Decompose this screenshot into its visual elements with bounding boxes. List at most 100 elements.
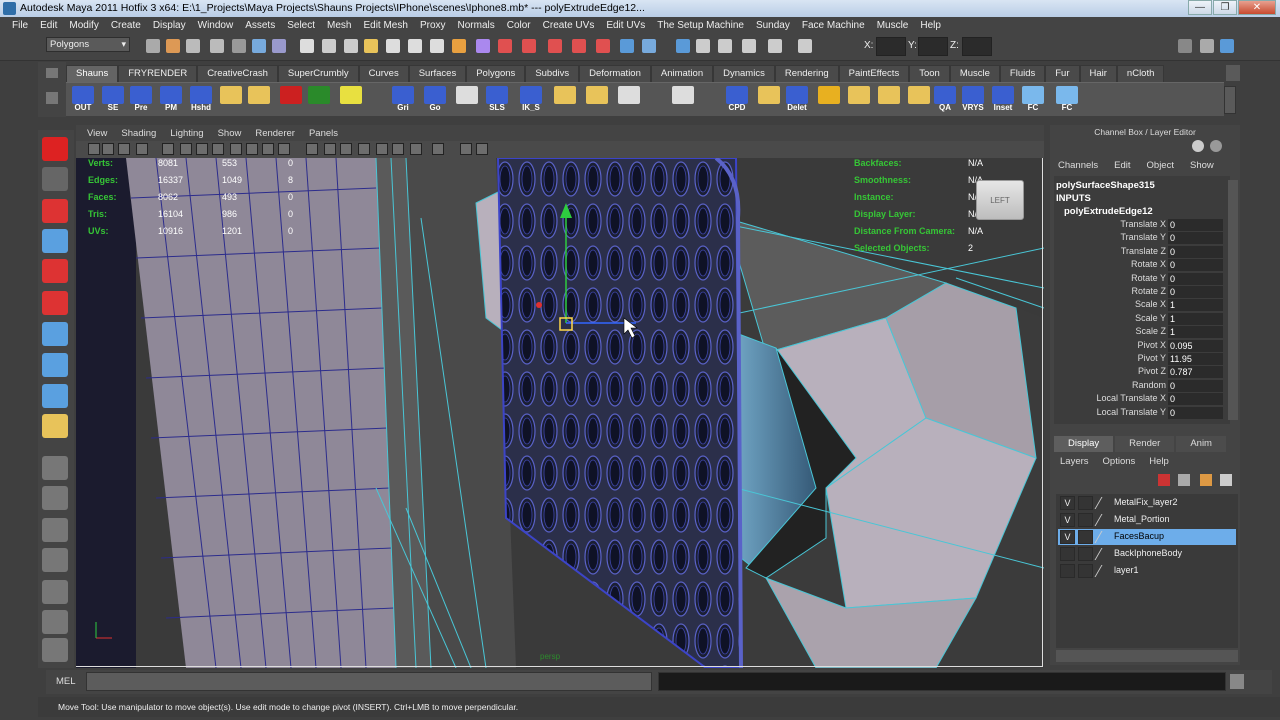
field-chart-icon[interactable] [246,143,258,155]
safe-action-icon[interactable] [262,143,274,155]
channel-row-pivot-z[interactable]: Pivot Z 0.787 [1056,366,1224,379]
channel-row-scale-y[interactable]: Scale Y1 [1056,312,1224,326]
camera-select-icon[interactable] [88,143,100,155]
channel-box-icon[interactable] [1220,39,1234,53]
layer-color-swatch-icon[interactable] [1094,565,1114,577]
absolute-icon[interactable] [798,39,812,53]
channel-box-input-node[interactable]: polyExtrudeEdge12 [1064,206,1153,217]
channel-box-menu-channels[interactable]: Channels [1058,160,1098,171]
new-layer-icon[interactable] [1158,474,1170,486]
shelf-tab-creativecrash[interactable]: CreativeCrash [197,65,278,82]
layer-tab-render[interactable]: Render [1115,436,1175,452]
shelf-button-go[interactable] [424,86,446,104]
channel-value-field[interactable]: 1 [1168,299,1223,312]
channel-value-field[interactable]: 1 [1168,312,1223,325]
shelf-tab-surfaces[interactable]: Surfaces [408,65,467,82]
channel-value-field[interactable]: 0 [1168,245,1223,258]
shelf-tab-rendering[interactable]: Rendering [774,65,839,82]
shelf-button-tool-8[interactable] [308,86,330,104]
save-scene-icon[interactable] [186,39,200,53]
snap-grid-icon[interactable] [322,39,336,53]
make-live-icon[interactable] [408,39,422,53]
shelf-tab-muscle[interactable]: Muscle [949,65,1000,82]
layout-four-icon[interactable] [42,486,68,510]
render-settings-icon[interactable] [498,39,512,53]
lasso-tool-icon[interactable] [42,167,68,191]
close-button[interactable]: ✕ [1238,0,1276,15]
select-by-hierarchy-icon[interactable] [210,39,224,53]
channel-value-field[interactable]: 0 [1168,219,1223,231]
layer-row[interactable]: V FacesBacup [1058,529,1236,545]
resolution-gate-icon[interactable] [212,143,224,155]
layer-color-swatch-icon[interactable] [1094,497,1114,509]
shelf-button-tool-22[interactable] [818,86,840,104]
menu-edit-mesh[interactable]: Edit Mesh [357,20,413,31]
highlight-icon[interactable] [300,39,314,53]
film-gate-icon[interactable] [196,143,208,155]
script-editor-icon[interactable] [1230,674,1244,689]
menu-set-selector[interactable]: Polygons [46,37,130,52]
layout-hypershade-icon[interactable] [42,580,68,604]
layer-visibility-toggle[interactable] [1060,564,1075,578]
channel-value-field[interactable]: 11.95 [1168,353,1223,365]
channel-row-pivot-y[interactable]: Pivot Y 11.95 [1056,353,1224,366]
layout-custom-icon[interactable] [42,638,68,662]
channel-row-pivot-x[interactable]: Pivot X 0.095 [1056,339,1224,353]
channel-value-field[interactable]: 0 [1168,232,1223,245]
script-icon[interactable] [596,39,610,53]
layout-persp-graph-icon[interactable] [42,548,68,572]
menu-sunday[interactable]: Sunday [750,20,796,31]
shelf-button-qa[interactable] [934,86,956,104]
shelf-button-se[interactable] [102,86,124,104]
shelf-tab-dynamics[interactable]: Dynamics [713,65,775,82]
layout-single-icon[interactable] [42,456,68,480]
menu-color[interactable]: Color [501,20,537,31]
shelf-tab-fryrender[interactable]: FRYRENDER [118,65,198,82]
channel-value-field[interactable]: 0 [1168,379,1223,392]
shelf-tab-subdivs[interactable]: Subdivs [525,65,580,82]
shelf-button-tool-7[interactable] [280,86,302,104]
safe-title-icon[interactable] [278,143,290,155]
paint-select-tool-icon[interactable] [42,199,68,223]
channel-row-local-translate-x[interactable]: Local Translate X0 [1056,393,1224,406]
shelf-tab-painteffects[interactable]: PaintEffects [838,65,910,82]
channel-box-menu-object[interactable]: Object [1147,160,1174,171]
mel-label[interactable]: MEL [56,676,76,687]
y-input[interactable] [918,37,948,56]
shelf-button-tool-5[interactable] [220,86,242,104]
channel-row-translate-x[interactable]: Translate X0 [1056,219,1224,232]
new-layer-selected-icon[interactable] [1178,474,1190,486]
layer-visibility-toggle[interactable]: V [1060,530,1075,544]
shelf-button-tool-23[interactable] [848,86,870,104]
layer-color-swatch-icon[interactable] [1094,514,1114,526]
image-plane-icon[interactable] [136,143,148,155]
ui-icon[interactable] [620,39,634,53]
restore-button[interactable]: ❐ [1213,0,1237,15]
layout-render-icon[interactable] [42,610,68,634]
channel-value-field[interactable]: 1 [1168,326,1223,339]
attribute-editor-icon[interactable] [1178,39,1192,53]
smooth-shade-icon[interactable] [324,143,336,155]
layer-row[interactable]: BackIphoneBody [1058,546,1236,562]
menu-muscle[interactable]: Muscle [871,20,915,31]
input-icon[interactable] [696,39,710,53]
channel-box-object-name[interactable]: polySurfaceShape315 [1056,180,1155,191]
shelf-button-vrys[interactable] [962,86,984,104]
shelf-tab-hair[interactable]: Hair [1079,65,1117,82]
menu-face-machine[interactable]: Face Machine [796,20,871,31]
panel-menu-shading[interactable]: Shading [114,128,163,139]
wireframe-icon[interactable] [306,143,318,155]
layer-type-toggle[interactable] [1078,564,1093,578]
snap-point-icon[interactable] [364,39,378,53]
layer-visibility-toggle[interactable]: V [1060,496,1075,510]
mel-input[interactable] [86,672,652,691]
shelf-tab-ncloth[interactable]: nCloth [1116,65,1165,82]
shelf-tab-toon[interactable]: Toon [909,65,950,82]
gate-mask-icon[interactable] [230,143,242,155]
channel-row-scale-x[interactable]: Scale X1 [1056,299,1224,312]
panel-menu-lighting[interactable]: Lighting [163,128,210,139]
soft-mod-icon[interactable] [42,353,68,377]
layer-menu-layers[interactable]: Layers [1060,456,1089,467]
xray-icon[interactable] [410,143,422,155]
snap-curve-icon[interactable] [344,39,358,53]
